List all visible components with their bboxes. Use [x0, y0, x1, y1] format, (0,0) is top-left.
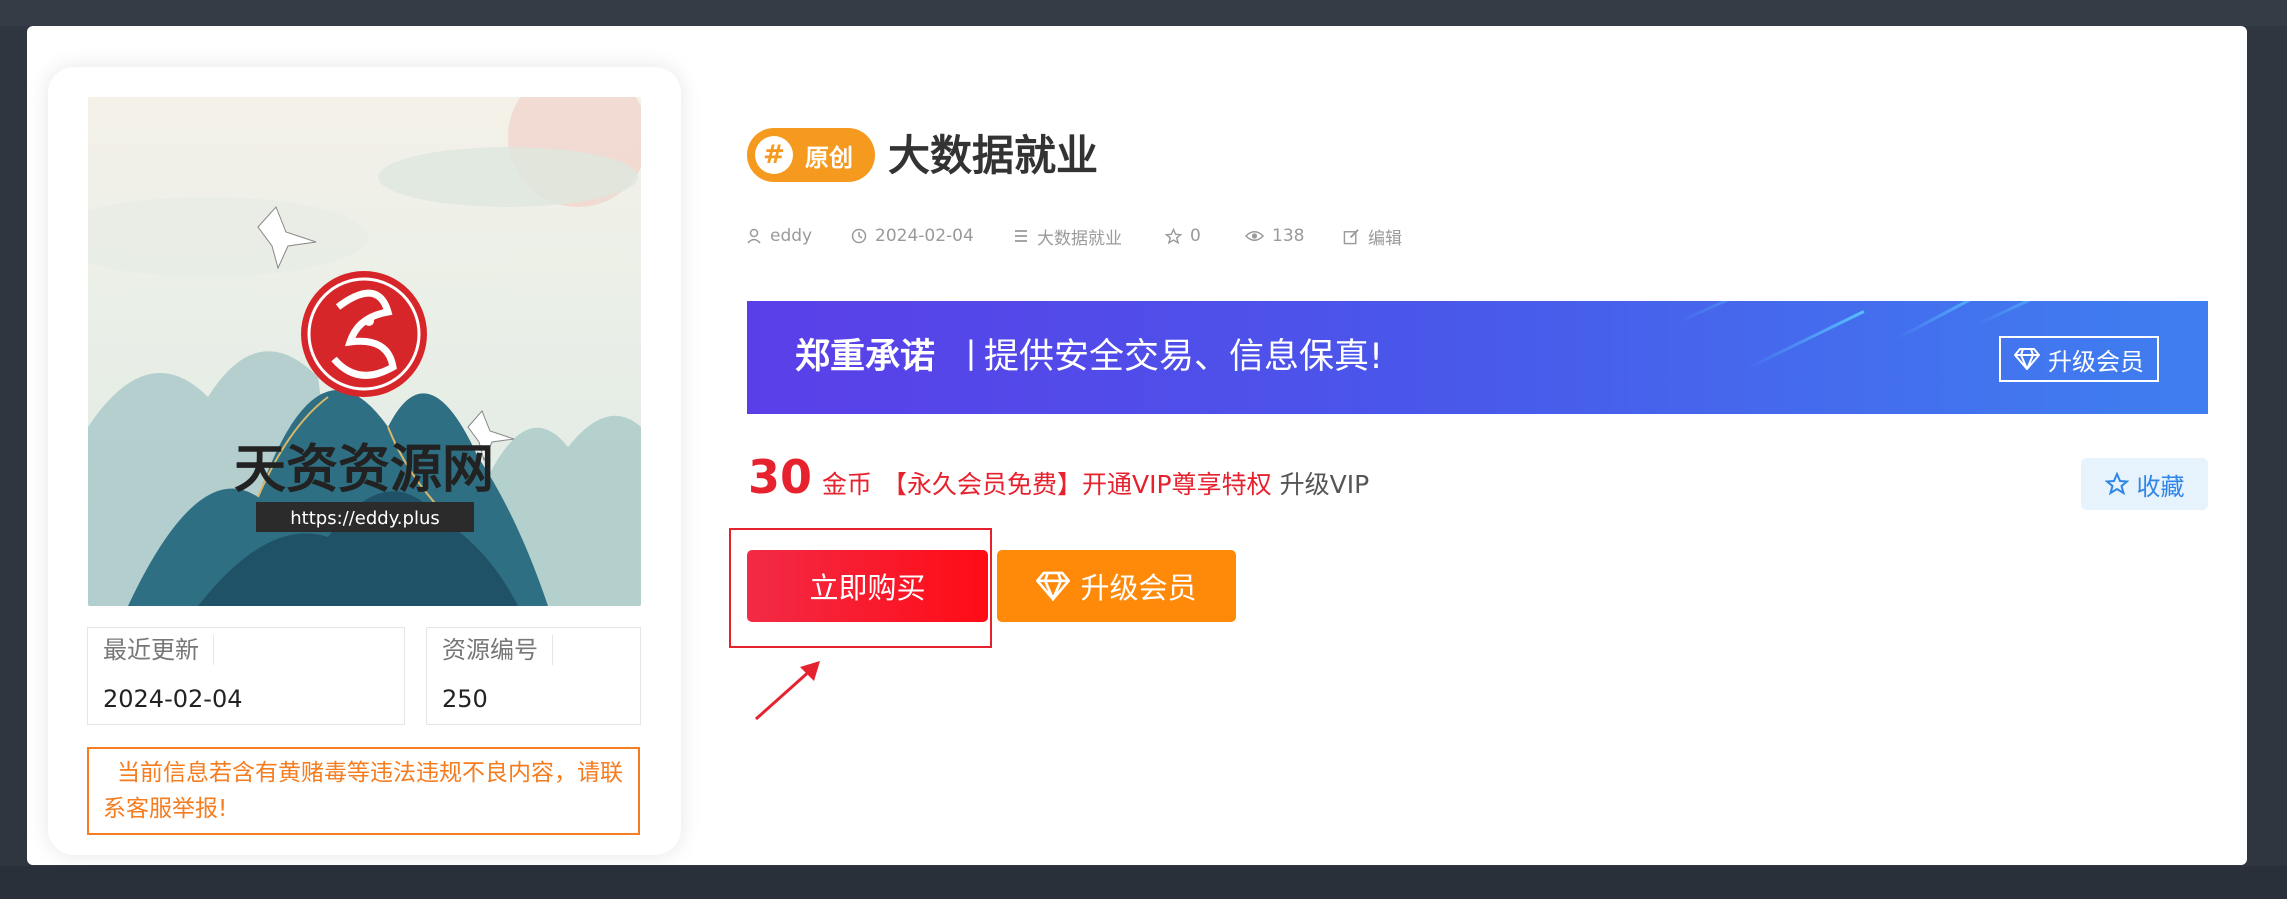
meta-author[interactable]: eddy — [746, 224, 812, 248]
meta-views-count: 138 — [1272, 226, 1305, 246]
resource-id-box: 资源编号 250 — [426, 627, 641, 725]
banner-upgrade-button[interactable]: 升级会员 — [1999, 336, 2159, 382]
banner-upgrade-label: 升级会员 — [2048, 347, 2144, 376]
price-row: 30 金币 【永久会员免费】开通VIP尊享特权 升级VIP — [748, 450, 1369, 504]
updated-box: 最近更新 2024-02-04 — [87, 627, 405, 725]
meta-favorites-count: 0 — [1190, 226, 1201, 246]
banner-streak — [1746, 310, 1865, 370]
meta-views: 138 — [1245, 224, 1304, 248]
favorite-label: 收藏 — [2136, 472, 2185, 501]
resource-id-label: 资源编号 — [428, 635, 553, 665]
upgrade-member-button[interactable]: 升级会员 — [997, 550, 1236, 622]
cover-image: 天资资源网 https://eddy.plus — [88, 97, 641, 606]
vip-offer-text: 【永久会员免费】开通VIP尊享特权 — [882, 470, 1272, 499]
meta-favorites: 0 — [1165, 224, 1201, 248]
favorite-button[interactable]: 收藏 — [2081, 458, 2208, 510]
meta-edit[interactable]: 编辑 — [1343, 224, 1402, 249]
arrow-annotation-icon — [755, 661, 820, 721]
updated-value: 2024-02-04 — [103, 685, 243, 713]
hash-icon: # — [755, 136, 793, 174]
cover-logo-title: 天资资源网 — [234, 439, 494, 500]
meta-date: 2024-02-04 — [851, 224, 974, 248]
meta-date-text: 2024-02-04 — [875, 226, 974, 246]
banner-streak — [1976, 301, 2042, 326]
meta-author-text: eddy — [770, 226, 813, 246]
price-unit: 金币 — [822, 470, 873, 499]
user-icon — [747, 228, 761, 244]
meta-category-text: 大数据就业 — [1037, 228, 1122, 249]
meta-category[interactable]: 大数据就业 — [1013, 224, 1122, 249]
edit-icon — [1343, 228, 1359, 244]
clock-icon — [851, 228, 867, 244]
diamond-icon — [2014, 348, 2040, 370]
banner-headline: 郑重承诺 — [795, 337, 936, 377]
cover-logo-url: https://eddy.plus — [290, 508, 439, 529]
list-icon — [1015, 230, 1027, 242]
page-backdrop-top — [0, 0, 2287, 26]
diamond-icon — [1036, 571, 1071, 601]
page-title: 大数据就业 — [888, 131, 1099, 180]
report-notice: 当前信息若含有黄赌毒等违法违规不良内容，请联系客服举报! — [87, 747, 640, 835]
eye-icon — [1245, 230, 1264, 242]
original-badge-label: 原创 — [805, 143, 853, 172]
buy-now-button[interactable]: 立即购买 — [747, 550, 988, 622]
resource-id-value: 250 — [442, 685, 488, 713]
banner-text: 提供安全交易、信息保真! — [984, 337, 1384, 377]
price-amount: 30 — [748, 450, 813, 504]
star-icon — [2104, 472, 2129, 496]
banner-streak — [1676, 301, 1760, 324]
upgrade-vip-link[interactable]: 升级VIP — [1280, 465, 1370, 501]
original-badge: # 原创 — [747, 128, 875, 182]
banner-separator: 丨 — [954, 337, 988, 377]
star-icon — [1165, 227, 1182, 244]
buy-now-label: 立即购买 — [809, 571, 926, 605]
upgrade-member-label: 升级会员 — [1080, 571, 1197, 605]
page-backdrop-bottom — [0, 866, 2287, 899]
meta-edit-text: 编辑 — [1368, 228, 1402, 249]
guarantee-banner: 郑重承诺 丨 提供安全交易、信息保真! 升级会员 — [747, 301, 2208, 414]
updated-label: 最近更新 — [89, 635, 214, 665]
